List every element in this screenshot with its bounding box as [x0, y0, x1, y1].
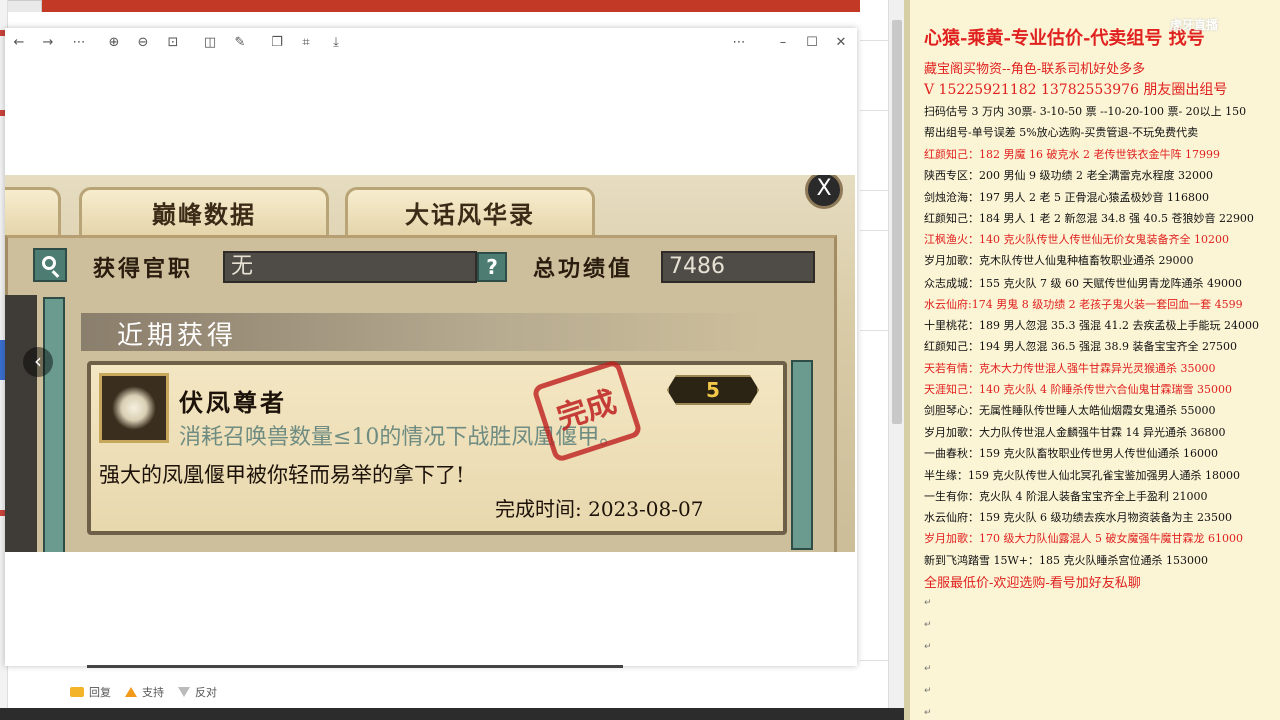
- reply-button[interactable]: 回复: [70, 684, 111, 700]
- paragraph-mark: ↵: [924, 620, 932, 630]
- thumbs-up-icon: [125, 687, 137, 697]
- panel-title: 心猿-乘黄-专业估价-代卖组号 找号: [924, 28, 1205, 49]
- official-value: 无: [223, 251, 477, 283]
- listing-line: 水云仙府：159 克火队 6 级功绩去疾水月物资装备为主 23500: [924, 511, 1232, 524]
- fit-icon[interactable]: ⊡: [165, 35, 181, 51]
- listing-line: 水云仙府:174 男鬼 8 级功绩 2 老孩子鬼火装一套回血一套 4599: [924, 298, 1243, 311]
- completion-time-value: 2023-08-07: [588, 497, 704, 521]
- listing-line: 一曲春秋：159 克火队畜牧职业传世男人传世仙通杀 16000: [924, 447, 1218, 460]
- listing-line: 剑烛沧海：197 男人 2 老 5 正骨混心猿孟极妙音 116800: [924, 191, 1209, 204]
- listing-line: 岁月加歌：170 级大力队仙露混人 5 破女魔强牛魔甘霖龙 61000: [924, 532, 1243, 545]
- image-viewer-window: ← → ⋯ ⊕ ⊖ ⊡ ◫ ✎ ❐ ⌗ ⤓ ⋯ – ☐ ✕ 巅峰数据 大话风华录…: [5, 28, 857, 668]
- stream-watermark: 虎牙直播: [1170, 18, 1219, 32]
- listing-line: 岁月加歌：大力队传世混人金麟强牛甘霖 14 异光通杀 36800: [924, 426, 1226, 439]
- page-scrollbar[interactable]: [888, 0, 904, 720]
- tab-hidden[interactable]: [5, 187, 61, 241]
- oppose-label: 反对: [195, 687, 217, 699]
- viewer-thumbnail-bar: [87, 665, 623, 668]
- support-label: 支持: [142, 687, 164, 699]
- left-scrollbar[interactable]: [43, 297, 65, 552]
- edit-icon[interactable]: ✎: [232, 35, 248, 51]
- section-title: 近期获得: [117, 321, 238, 351]
- completion-time: 完成时间: 2023-08-07: [495, 493, 703, 522]
- maximize-icon[interactable]: ☐: [804, 35, 820, 51]
- crop-icon[interactable]: ◫: [202, 35, 218, 51]
- previous-image-arrow[interactable]: ‹: [23, 347, 53, 377]
- listing-line: 半生缘：159 克火队传世人仙北冥孔雀宝鉴加强男人通杀 18000: [924, 469, 1240, 482]
- scrollbar-thumb[interactable]: [892, 20, 902, 424]
- listing-line: 天涯知己：140 克火队 4 阶睡杀传世六合仙鬼甘霖瑞雪 35000: [924, 383, 1232, 396]
- listing-line: 新到飞鸿踏雪 15W+：185 克火队睡杀宫位通杀 153000: [924, 554, 1208, 567]
- tab-peak-data[interactable]: 巅峰数据: [79, 187, 329, 241]
- listing-line: 帮出组号-单号误差 5%放心选购-买贵管退-不玩免费代卖: [924, 126, 1199, 139]
- listing-line: 岁月加歌：克木队传世人仙鬼种植畜牧职业通杀 29000: [924, 254, 1194, 267]
- paragraph-mark: ↵: [924, 664, 932, 674]
- listing-line: 红颜知己：184 男人 1 老 2 新忽混 34.8 强 40.5 苍狼妙音 2…: [924, 212, 1254, 225]
- help-button[interactable]: ?: [477, 252, 507, 282]
- browser-tab-strip: [0, 0, 890, 16]
- listing-line: 陕西专区：200 男仙 9 级功绩 2 老全满雷克水程度 32000: [924, 169, 1213, 182]
- paragraph-mark: ↵: [924, 686, 932, 696]
- listing-line: 一生有你：克火队 4 阶混人装备宝宝齐全上手盈利 21000: [924, 490, 1208, 503]
- listing-line: 红颜知己：194 男人忽混 36.5 强混 38.9 装备宝宝齐全 27500: [924, 340, 1237, 353]
- listing-line: 剑胆琴心：无属性睡队传世睡人太皓仙烟霞女鬼通杀 55000: [924, 404, 1216, 417]
- official-label: 获得官职: [93, 256, 194, 282]
- listing-line: 江枫渔火：140 克火队传世人传世仙无价女鬼装备齐全 10200: [924, 233, 1229, 246]
- listing-line: 十里桃花：189 男人忽混 35.3 强混 41.2 去疾孟极上手能玩 2400…: [924, 319, 1259, 332]
- game-screenshot: 巅峰数据 大话风华录 X 获得官职 无 ? 总功绩值 7486 近期获得 伏凤尊…: [5, 175, 855, 552]
- merit-value: 7486: [661, 251, 815, 283]
- completion-time-label: 完成时间:: [495, 497, 582, 521]
- tab-dahua-records[interactable]: 大话风华录: [345, 187, 595, 241]
- copy-icon[interactable]: ❐: [269, 35, 285, 51]
- zoom-out-icon[interactable]: ⊖: [135, 35, 151, 51]
- achievement-title: 伏凤尊者: [179, 388, 287, 417]
- left-list-column: [5, 295, 37, 552]
- listing-line: 众志成城：155 克火队 7 级 60 天赋传世仙男青龙阵通杀 49000: [924, 277, 1242, 290]
- achievement-flavor-text: 强大的凤凰偃甲被你轻而易举的拿下了!: [99, 463, 465, 487]
- paragraph-mark: ↵: [924, 642, 932, 652]
- listing-line: 红颜知己：182 男魔 16 破克水 2 老传世铁衣金牛阵 17999: [924, 148, 1220, 161]
- phoenix-icon: [99, 373, 169, 443]
- paragraph-mark: ↵: [924, 708, 932, 718]
- grid-icon[interactable]: ⋯: [69, 35, 89, 51]
- section-header: 近期获得: [81, 313, 761, 351]
- taskbar-strip: [0, 708, 904, 720]
- achievement-card[interactable]: 伏凤尊者 5 消耗召唤兽数量≤10的情况下战胜凤凰偃甲。 完成 强大的凤凰偃甲被…: [87, 358, 787, 535]
- download-icon[interactable]: ⤓: [328, 35, 344, 51]
- viewer-toolbar: ← → ⋯ ⊕ ⊖ ⊡ ◫ ✎ ❐ ⌗ ⤓ ⋯ – ☐ ✕: [5, 28, 857, 58]
- stream-info-panel: 心猿-乘黄-专业估价-代卖组号 找号 虎牙直播 藏宝阁买物资--角色-联系司机好…: [904, 0, 1280, 720]
- listing-line: 天若有情：克木大力传世混人强牛甘霖异光灵猴通杀 35000: [924, 362, 1216, 375]
- scan-icon[interactable]: ⌗: [298, 35, 314, 51]
- reply-icon: [70, 687, 84, 697]
- back-icon[interactable]: ←: [11, 35, 27, 51]
- merit-label: 总功绩值: [533, 256, 634, 282]
- forward-icon[interactable]: →: [40, 35, 56, 51]
- listing-line: V 15225921182 13782553976 朋友圈出组号: [924, 82, 1228, 98]
- search-icon[interactable]: [33, 248, 67, 282]
- close-icon[interactable]: ✕: [833, 35, 849, 51]
- listing-line: 全服最低价-欢迎选购-看号加好友私聊: [924, 576, 1141, 591]
- listing-line: 藏宝阁买物资--角色-联系司机好处多多: [924, 62, 1146, 77]
- more-icon[interactable]: ⋯: [729, 35, 749, 51]
- support-button[interactable]: 支持: [125, 684, 164, 700]
- panel-border: [904, 0, 910, 720]
- oppose-button[interactable]: 反对: [178, 684, 217, 700]
- forum-page-edge: [860, 0, 888, 720]
- right-scrollbar[interactable]: [791, 360, 813, 550]
- zoom-in-icon[interactable]: ⊕: [106, 35, 122, 51]
- reply-label: 回复: [89, 687, 111, 699]
- paragraph-mark: ↵: [924, 598, 932, 608]
- minimize-icon[interactable]: –: [775, 35, 791, 51]
- thumbs-down-icon: [178, 687, 190, 697]
- post-action-bar: 回复 支持 反对: [70, 684, 217, 700]
- listing-line: 扫码估号 3 万内 30票- 3-10-50 票 --10-20-100 票- …: [924, 105, 1247, 118]
- achievement-points-badge: 5: [667, 375, 759, 405]
